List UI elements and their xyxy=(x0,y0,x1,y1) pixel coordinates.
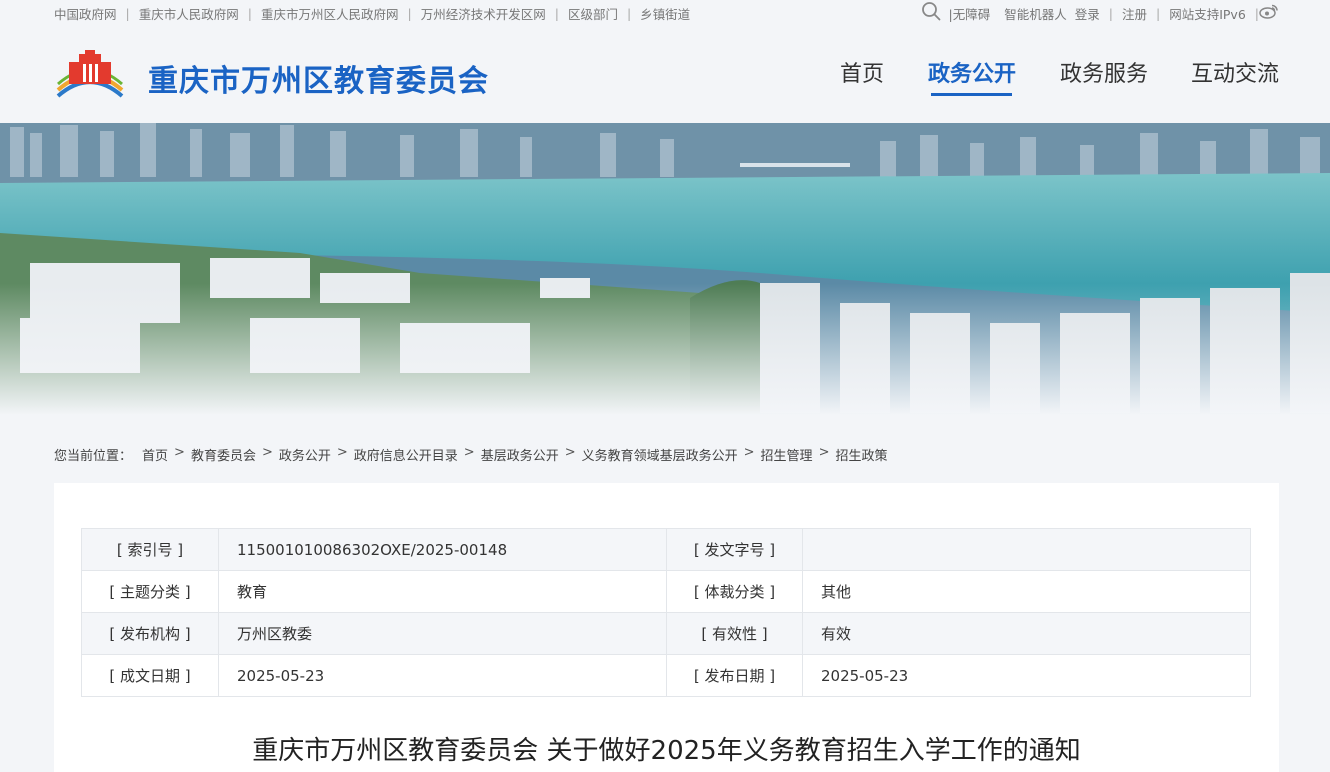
document-title: 重庆市万州区教育委员会 关于做好2025年义务教育招生入学工作的通知 xyxy=(252,736,1081,766)
breadcrumb-separator: > xyxy=(336,445,348,460)
site-title[interactable]: 重庆市万州区教育委员会 xyxy=(148,56,489,100)
divider: | xyxy=(407,6,412,21)
nav-gov-services[interactable]: 政务服务 xyxy=(1060,56,1148,88)
nav-home[interactable]: 首页 xyxy=(840,56,884,88)
divider: | xyxy=(125,6,130,21)
table-row: [ 成文日期 ] 2025-05-23 [ 发布日期 ] 2025-05-23 xyxy=(81,654,1251,697)
breadcrumb-separator: > xyxy=(463,445,475,460)
breadcrumb-item[interactable]: 教育委员会 xyxy=(191,445,256,464)
breadcrumb-item[interactable]: 首页 xyxy=(142,445,168,464)
divider: | xyxy=(626,6,632,21)
register-link[interactable]: 注册 xyxy=(1122,4,1147,23)
link-gov-cn[interactable]: 中国政府网 xyxy=(54,4,117,23)
nav-interaction[interactable]: 互动交流 xyxy=(1191,56,1279,88)
divider: | xyxy=(1108,6,1113,21)
breadcrumb: 您当前位置： 首页 > 教育委员会 > 政务公开 > 政府信息公开目录 > 基层政务公开… xyxy=(54,445,887,464)
table-row: [ 主题分类 ] 教育 [ 体裁分类 ] 其他 xyxy=(81,570,1251,613)
divider: | xyxy=(1155,6,1161,21)
written-date-value: 2025-05-23 xyxy=(218,654,667,697)
genre-label: [ 体裁分类 ] xyxy=(666,570,803,613)
link-towns[interactable]: 乡镇街道 xyxy=(640,4,690,23)
publisher-label: [ 发布机构 ] xyxy=(81,612,219,655)
top-right-links: |无障碍 智能机器人 登录 | 注册 | 网站支持IPv6 | xyxy=(949,4,1269,23)
table-row: [ 索引号 ] 115001010086302OXE/2025-00148 [ … xyxy=(81,528,1251,571)
logo-emblem[interactable] xyxy=(55,48,125,102)
publish-date-value: 2025-05-23 xyxy=(802,654,1251,697)
breadcrumb-lead: 您当前位置： xyxy=(54,449,133,464)
publish-date-label: [ 发布日期 ] xyxy=(666,654,803,697)
breadcrumb-separator: > xyxy=(261,445,273,460)
nav-active-indicator xyxy=(931,93,1012,96)
breadcrumb-item[interactable]: 政务公开 xyxy=(279,445,331,464)
divider: | xyxy=(247,6,252,21)
ipv6-label: 网站支持IPv6 xyxy=(1169,7,1246,22)
accessibility-link[interactable]: |无障碍 xyxy=(949,4,991,23)
link-cq-gov[interactable]: 重庆市人民政府网 xyxy=(139,4,239,23)
breadcrumb-separator: > xyxy=(743,445,755,460)
publisher-value: 万州区教委 xyxy=(218,612,667,655)
table-row: [ 发布机构 ] 万州区教委 [ 有效性 ] 有效 xyxy=(81,612,1251,655)
index-value: 115001010086302OXE/2025-00148 xyxy=(218,528,667,571)
top-links: 中国政府网 | 重庆市人民政府网 | 重庆市万州区人民政府网 | 万州经济技术开发区网… xyxy=(54,4,690,23)
robot-link[interactable]: 智能机器人 xyxy=(1004,4,1067,23)
validity-value: 有效 xyxy=(802,612,1251,655)
doc-number-value xyxy=(802,528,1251,571)
nav-gov-affairs[interactable]: 政务公开 xyxy=(928,56,1016,88)
breadcrumb-item[interactable]: 政府信息公开目录 xyxy=(354,445,458,464)
index-label: [ 索引号 ] xyxy=(81,528,219,571)
breadcrumb-item[interactable]: 招生政策 xyxy=(835,445,887,464)
written-date-label: [ 成文日期 ] xyxy=(81,654,219,697)
topic-value: 教育 xyxy=(218,570,667,613)
doc-number-label: [ 发文字号 ] xyxy=(666,528,803,571)
login-link[interactable]: 登录 xyxy=(1075,4,1100,23)
weibo-icon[interactable] xyxy=(1259,3,1279,19)
divider: | xyxy=(554,6,559,21)
breadcrumb-separator: > xyxy=(564,445,576,460)
genre-value: 其他 xyxy=(802,570,1251,613)
topic-label: [ 主题分类 ] xyxy=(81,570,219,613)
breadcrumb-separator: > xyxy=(174,445,185,460)
breadcrumb-item[interactable]: 基层政务公开 xyxy=(481,445,559,464)
link-departments[interactable]: 区级部门 xyxy=(568,4,618,23)
document-metadata-table: [ 索引号 ] 115001010086302OXE/2025-00148 [ … xyxy=(81,528,1251,697)
breadcrumb-item[interactable]: 义务教育领域基层政务公开 xyxy=(582,445,738,464)
content-card: [ 索引号 ] 115001010086302OXE/2025-00148 [ … xyxy=(54,483,1279,772)
breadcrumb-separator: > xyxy=(818,445,830,460)
validity-label: [ 有效性 ] xyxy=(666,612,803,655)
link-devzone[interactable]: 万州经济技术开发区网 xyxy=(421,4,546,23)
breadcrumb-item[interactable]: 招生管理 xyxy=(761,445,813,464)
banner-cityscape-image xyxy=(0,123,1330,415)
search-icon[interactable] xyxy=(921,1,941,21)
top-utility-bar: 中国政府网 | 重庆市人民政府网 | 重庆市万州区人民政府网 | 万州经济技术开发区网… xyxy=(0,0,1330,26)
link-wanzhou-gov[interactable]: 重庆市万州区人民政府网 xyxy=(261,4,399,23)
